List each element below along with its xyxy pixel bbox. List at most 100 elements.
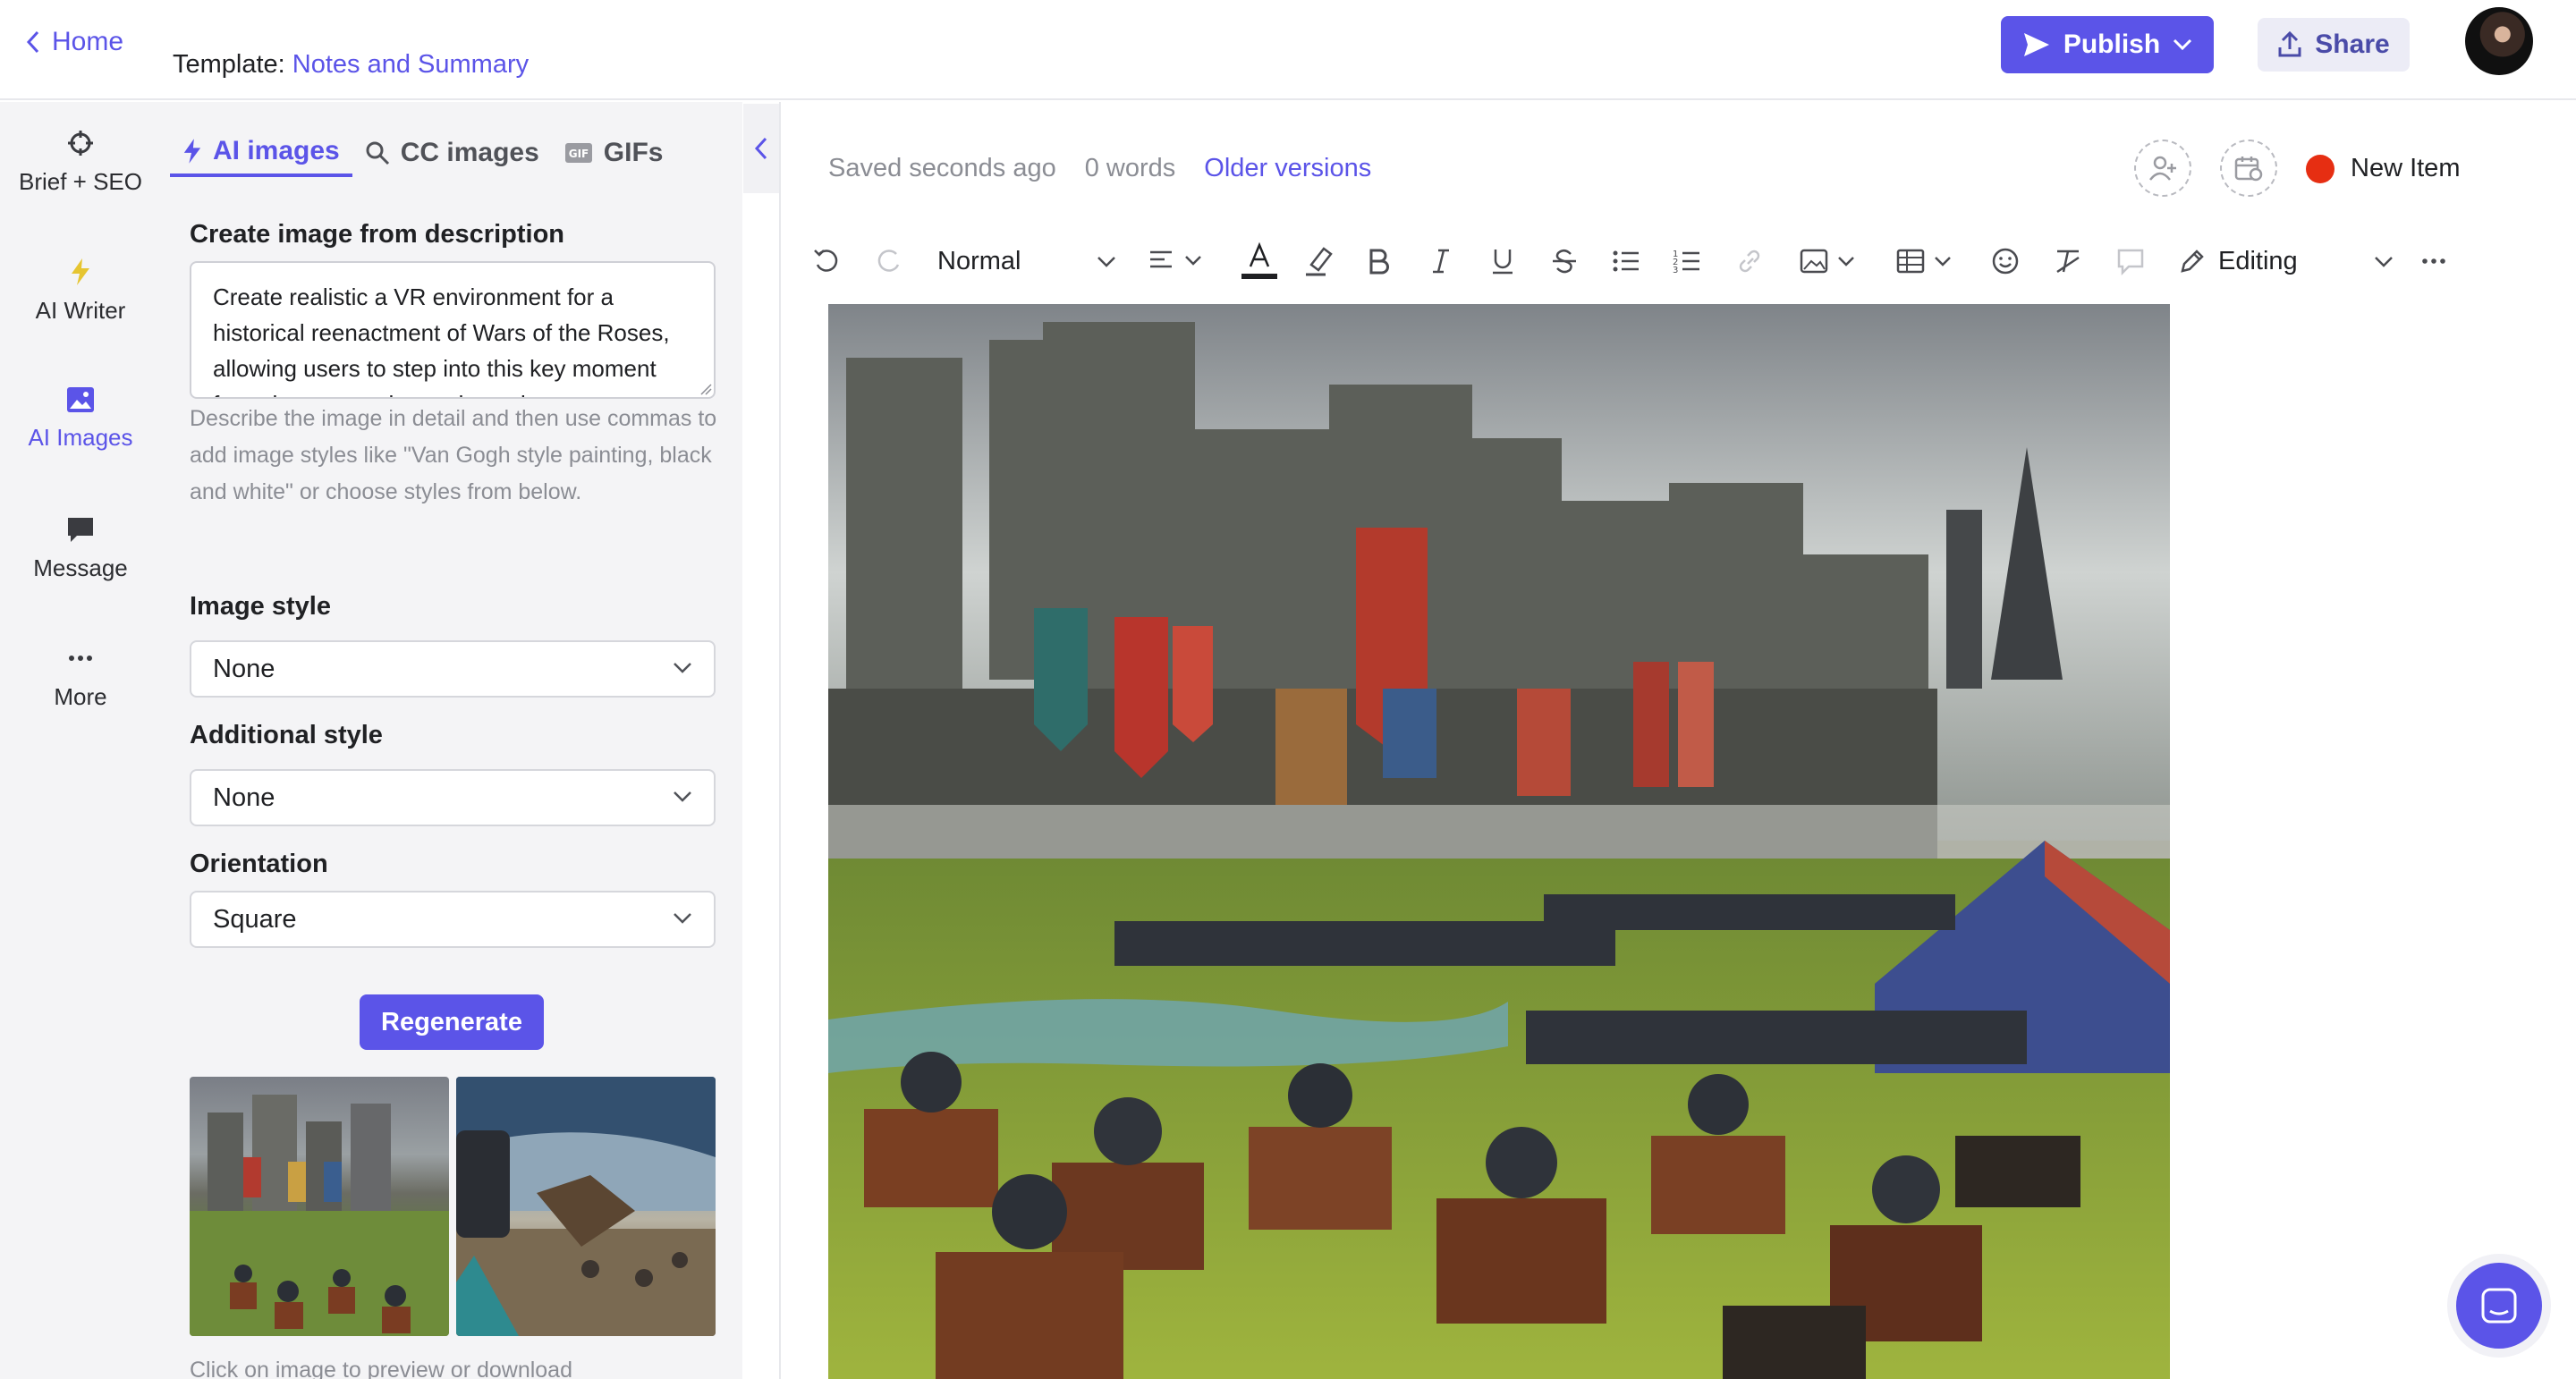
undo-button[interactable]	[812, 241, 841, 281]
rail-label: AI Writer	[35, 297, 126, 324]
ellipsis-icon	[69, 656, 92, 661]
bullet-list-button[interactable]	[1612, 241, 1640, 281]
tab-ai-images[interactable]: AI images	[170, 129, 352, 177]
chevron-down-icon	[674, 913, 691, 924]
chevron-down-icon	[2174, 38, 2192, 51]
highlighter-icon	[1306, 247, 1333, 276]
bold-icon	[1369, 249, 1389, 275]
home-link[interactable]: Home	[25, 27, 123, 57]
chevron-down-icon	[674, 663, 691, 673]
crosshair-icon	[68, 131, 93, 156]
word-count: 0 words	[1084, 154, 1176, 182]
left-rail: Brief + SEO AI Writer AI Images Message …	[0, 102, 161, 1379]
status-selector[interactable]: New Item	[2306, 154, 2460, 183]
comment-button[interactable]	[2116, 241, 2145, 281]
avatar[interactable]	[2465, 7, 2533, 75]
ai-images-panel: AI images CC images GIF GIFs Create imag…	[161, 102, 742, 1379]
rail-label: Brief + SEO	[19, 168, 142, 195]
status-label: New Item	[2351, 154, 2461, 182]
italic-button[interactable]	[1429, 241, 1453, 281]
block-style-select[interactable]: Normal	[937, 241, 1116, 281]
additional-style-select[interactable]: None	[190, 769, 716, 826]
underline-button[interactable]	[1490, 241, 1515, 281]
insert-table-button[interactable]	[1896, 241, 1955, 281]
collapse-panel-button[interactable]	[743, 104, 779, 193]
schedule-button[interactable]	[2220, 140, 2277, 197]
table-icon	[1896, 249, 1951, 274]
insert-image-button[interactable]	[1800, 241, 1859, 281]
publish-label: Publish	[2063, 30, 2161, 59]
image-style-select[interactable]: None	[190, 640, 716, 698]
bullet-list-icon	[1613, 250, 1639, 272]
bold-button[interactable]	[1367, 241, 1390, 281]
document-image[interactable]	[828, 304, 2170, 1379]
send-icon	[2023, 33, 2049, 56]
publish-button[interactable]: Publish	[2001, 16, 2214, 73]
template-name-link[interactable]: Notes and Summary	[292, 50, 529, 79]
rail-item-ai-images[interactable]: AI Images	[0, 386, 161, 485]
calendar-icon	[2234, 157, 2263, 182]
orientation-value: Square	[213, 904, 297, 934]
strikethrough-icon	[1553, 250, 1576, 274]
link-button[interactable]	[1735, 241, 1764, 281]
orientation-label: Orientation	[190, 850, 328, 878]
lightning-icon	[72, 258, 89, 285]
editing-mode-select[interactable]: Editing	[2179, 241, 2394, 281]
assign-user-button[interactable]	[2134, 140, 2191, 197]
tab-cc-images[interactable]: CC images	[352, 129, 552, 177]
italic-icon	[1433, 249, 1449, 274]
template-prefix: Template:	[173, 50, 285, 79]
chevron-down-icon	[674, 791, 691, 802]
rail-item-ai-writer[interactable]: AI Writer	[0, 258, 161, 356]
text-color-button[interactable]	[1240, 241, 1279, 281]
regenerate-button[interactable]: Regenerate	[360, 994, 544, 1050]
generated-image-thumbnail[interactable]	[190, 1077, 449, 1336]
share-label: Share	[2315, 30, 2390, 59]
strikethrough-button[interactable]	[1551, 241, 1578, 281]
rail-item-brief-seo[interactable]: Brief + SEO	[0, 129, 161, 227]
generated-image-thumbnail[interactable]	[456, 1077, 716, 1336]
editor-toolbar: Normal 123 Editing	[805, 234, 2469, 288]
align-button[interactable]	[1148, 241, 1206, 281]
rail-item-more[interactable]: More	[0, 644, 161, 742]
tab-label: AI images	[213, 136, 340, 165]
svg-text:3: 3	[1673, 266, 1678, 275]
emoji-button[interactable]	[1991, 241, 2020, 281]
resize-handle-icon[interactable]	[699, 383, 712, 395]
text-color-icon	[1241, 241, 1277, 279]
numbered-list-button[interactable]: 123	[1673, 241, 1701, 281]
clear-format-icon	[2056, 250, 2080, 274]
chat-launcher-button[interactable]	[2456, 1263, 2542, 1349]
preview-hint: Click on image to preview or download	[190, 1358, 572, 1379]
pencil-icon	[2181, 250, 2204, 273]
tab-label: GIFs	[603, 138, 664, 167]
saved-status: Saved seconds ago	[828, 154, 1056, 182]
lightning-icon	[183, 139, 201, 164]
image-style-label: Image style	[190, 592, 331, 621]
clear-format-button[interactable]	[2054, 241, 2082, 281]
redo-button[interactable]	[875, 241, 903, 281]
home-label: Home	[52, 27, 124, 56]
share-button[interactable]: Share	[2258, 18, 2410, 72]
tab-gifs[interactable]: GIF GIFs	[552, 129, 676, 177]
add-user-icon	[2149, 156, 2176, 181]
additional-style-value: None	[213, 783, 275, 812]
upload-icon	[2278, 31, 2301, 57]
chevron-left-icon	[754, 137, 767, 160]
undo-icon	[814, 250, 838, 272]
status-dot	[2306, 154, 2334, 183]
more-options-button[interactable]	[2420, 241, 2447, 281]
chat-icon	[68, 518, 93, 542]
ellipsis-icon	[2422, 258, 2445, 264]
underline-icon	[1493, 250, 1513, 275]
block-style-value: Normal	[937, 246, 1021, 275]
highlight-button[interactable]	[1302, 241, 1335, 281]
rail-item-message[interactable]: Message	[0, 515, 161, 613]
gif-icon: GIF	[564, 143, 592, 163]
rail-label: Message	[33, 554, 128, 581]
orientation-select[interactable]: Square	[190, 891, 716, 948]
search-icon	[366, 141, 389, 165]
older-versions-link[interactable]: Older versions	[1204, 154, 1371, 183]
description-textarea[interactable]: Create realistic a VR environment for a …	[190, 261, 716, 399]
image-style-value: None	[213, 654, 275, 683]
